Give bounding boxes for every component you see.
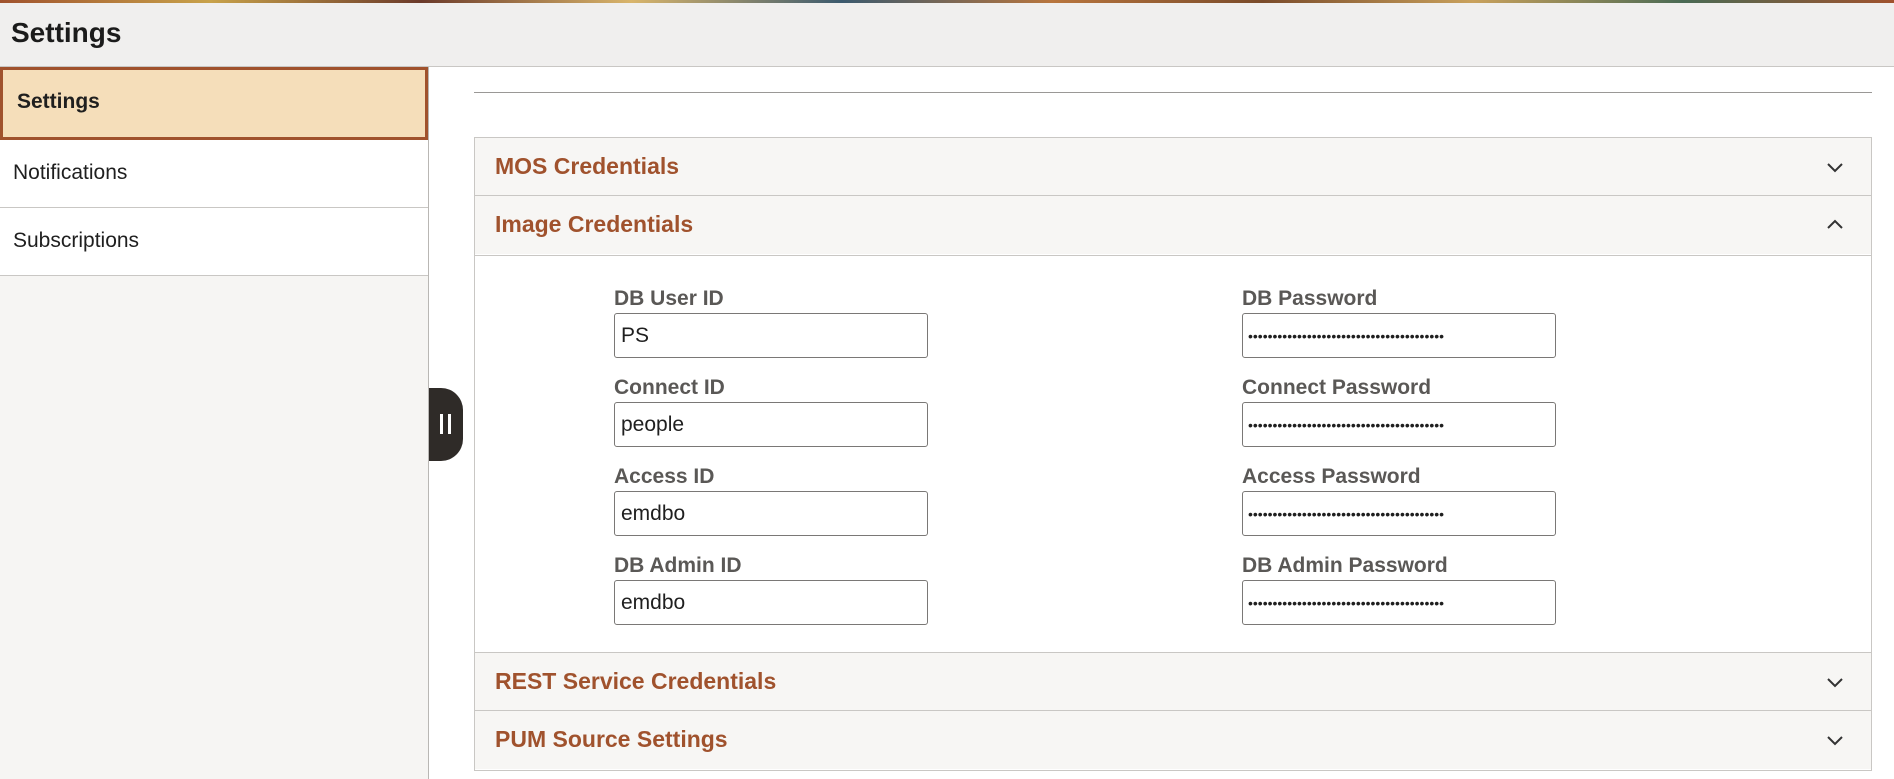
field-label: DB User ID (614, 287, 724, 310)
page-header: Settings (0, 3, 1894, 67)
db-admin-id-field: DB Admin ID (614, 554, 930, 625)
connect-id-input[interactable] (614, 402, 928, 447)
db-admin-id-input[interactable] (614, 580, 928, 625)
field-label: Connect ID (614, 376, 725, 399)
section-rest-service-credentials-header[interactable]: REST Service Credentials (475, 653, 1871, 711)
db-user-id-input[interactable] (614, 313, 928, 358)
chevron-down-icon[interactable] (1825, 730, 1845, 750)
chevron-down-icon[interactable] (1825, 672, 1845, 692)
connect-id-field: Connect ID (614, 376, 930, 447)
db-admin-password-field: DB Admin Password (1242, 554, 1558, 625)
credentials-accordion: MOS Credentials Image Credentials DB Use… (474, 137, 1872, 771)
sidebar-item-label: Notifications (13, 161, 128, 184)
section-image-credentials-body: DB User ID Connect ID Access ID DB Admin… (475, 255, 1871, 653)
access-id-field: Access ID (614, 465, 930, 536)
section-title: Image Credentials (495, 211, 694, 237)
drag-handle-icon (440, 414, 451, 434)
field-label: Access ID (614, 465, 715, 488)
field-label: DB Admin ID (614, 554, 742, 577)
section-title: PUM Source Settings (495, 726, 728, 752)
connect-password-field: Connect Password (1242, 376, 1558, 447)
sidebar-item-subscriptions[interactable]: Subscriptions (0, 208, 428, 276)
chevron-down-icon[interactable] (1825, 157, 1845, 177)
connect-password-input[interactable] (1242, 402, 1556, 447)
db-password-field: DB Password (1242, 287, 1558, 358)
sidebar-item-settings[interactable]: Settings (0, 67, 428, 140)
section-mos-credentials-header[interactable]: MOS Credentials (475, 138, 1871, 196)
page-title: Settings (11, 17, 122, 48)
access-password-input[interactable] (1242, 491, 1556, 536)
sidebar-item-notifications[interactable]: Notifications (0, 140, 428, 208)
sidebar: Settings Notifications Subscriptions (0, 67, 429, 779)
chevron-up-icon[interactable] (1825, 215, 1845, 235)
divider (474, 92, 1872, 93)
db-password-input[interactable] (1242, 313, 1556, 358)
sidebar-item-label: Settings (17, 90, 100, 113)
sidebar-collapse-handle[interactable] (429, 388, 463, 461)
sidebar-item-label: Subscriptions (13, 229, 140, 252)
db-user-id-field: DB User ID (614, 287, 930, 358)
db-admin-password-input[interactable] (1242, 580, 1556, 625)
access-id-input[interactable] (614, 491, 928, 536)
field-label: DB Admin Password (1242, 554, 1448, 577)
access-password-field: Access Password (1242, 465, 1558, 536)
section-pum-source-settings-header[interactable]: PUM Source Settings (475, 711, 1871, 769)
section-title: REST Service Credentials (495, 668, 777, 694)
section-image-credentials-header[interactable]: Image Credentials (475, 196, 1871, 254)
field-label: DB Password (1242, 287, 1378, 310)
field-label: Connect Password (1242, 376, 1432, 399)
field-label: Access Password (1242, 465, 1421, 488)
section-title: MOS Credentials (495, 153, 680, 179)
